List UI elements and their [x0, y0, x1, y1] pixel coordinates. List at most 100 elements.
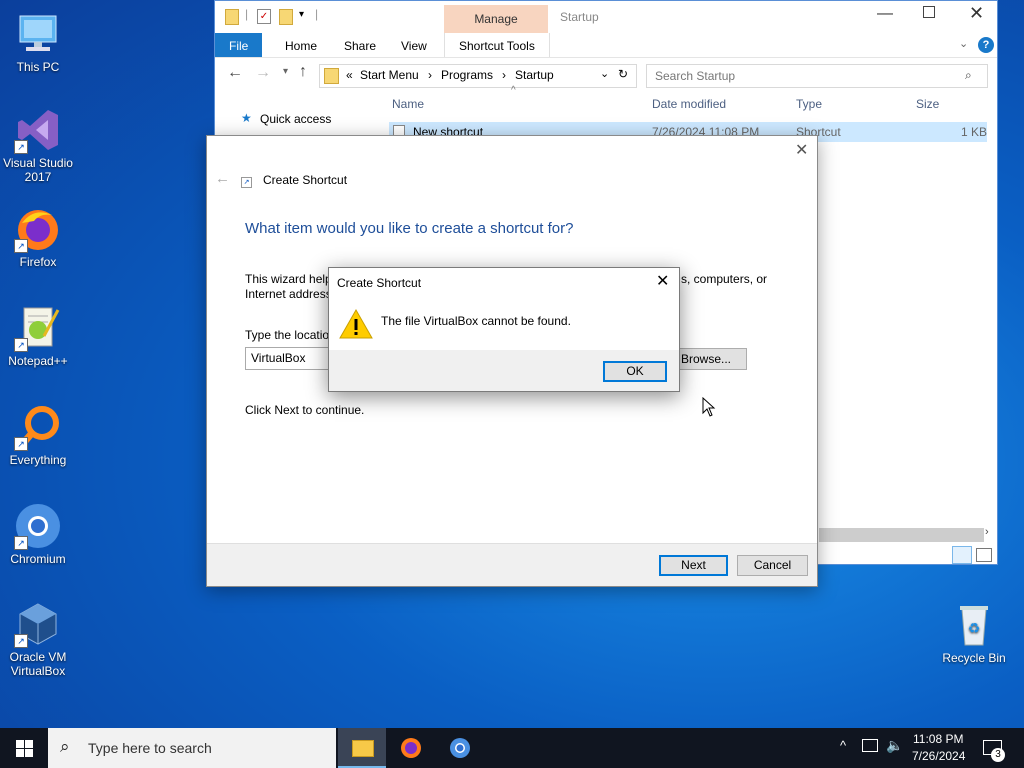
desktop-icon-firefox[interactable]: ↗ Firefox — [0, 205, 76, 269]
title-bar: | ✓ ▾ | Manage Startup — ✕ — [215, 1, 997, 33]
search-icon: ⌕ — [60, 737, 70, 756]
chevron-up-icon[interactable]: ^ — [840, 738, 846, 753]
search-icon: ⌕ — [965, 68, 972, 82]
tab-shortcut-tools[interactable]: Shortcut Tools — [444, 33, 550, 57]
close-button[interactable]: ✕ — [656, 271, 669, 291]
up-arrow-icon[interactable]: ↑ — [299, 63, 307, 81]
details-view-icon[interactable] — [952, 546, 972, 564]
manage-tab[interactable]: Manage — [444, 5, 548, 33]
error-dialog: Create Shortcut ✕ The file VirtualBox ca… — [328, 267, 680, 392]
ok-button[interactable]: OK — [603, 361, 667, 382]
tab-view[interactable]: View — [387, 33, 441, 57]
volume-muted-icon[interactable]: 🔈 — [886, 737, 903, 754]
maximize-button[interactable] — [923, 6, 935, 18]
back-arrow-icon[interactable]: ← — [227, 64, 243, 82]
breadcrumb-programs[interactable]: Programs — [441, 68, 493, 82]
refresh-icon[interactable]: ↻ — [618, 67, 628, 81]
window-title: Startup — [560, 10, 599, 24]
network-icon[interactable] — [862, 739, 878, 752]
browse-button[interactable]: Browse... — [677, 348, 747, 370]
back-arrow-icon[interactable]: ← — [215, 170, 230, 187]
dialog-title: Create Shortcut — [337, 276, 422, 290]
minimize-button[interactable]: — — [877, 5, 893, 23]
desktop-icon-visual-studio[interactable]: ↗ Visual Studio 2017 — [0, 106, 76, 184]
next-button[interactable]: Next — [659, 555, 728, 576]
large-icons-view-icon[interactable] — [976, 548, 992, 562]
folder-icon — [324, 68, 339, 84]
column-header-date-modified[interactable]: Date modified — [652, 97, 726, 111]
wizard-footer: Next Cancel — [207, 543, 817, 586]
mouse-cursor-icon — [702, 397, 716, 417]
taskbar-chromium[interactable] — [436, 728, 484, 768]
computer-icon — [14, 10, 62, 58]
wizard-heading: What item would you like to create a sho… — [245, 220, 574, 237]
scroll-right-icon[interactable]: › — [985, 526, 989, 538]
tab-share[interactable]: Share — [330, 33, 390, 57]
desktop-icon-label: Chromium — [10, 552, 66, 566]
breadcrumb-startup[interactable]: Startup — [515, 68, 554, 82]
wizard-title: Create Shortcut — [263, 173, 348, 187]
windows-start-icon[interactable] — [16, 740, 33, 757]
desktop-icon-label: This PC — [16, 60, 60, 74]
taskbar-firefox[interactable] — [387, 728, 435, 768]
desktop-icon-chromium[interactable]: ↗ Chromium — [0, 502, 76, 566]
file-explorer-icon — [352, 740, 374, 757]
firefox-icon — [401, 738, 421, 758]
close-button[interactable]: ✕ — [795, 140, 808, 160]
desktop-icon-label: Recycle Bin — [942, 651, 1006, 665]
chromium-icon: ↗ — [14, 502, 62, 550]
virtualbox-icon: ↗ — [14, 600, 62, 648]
breadcrumb-start-menu[interactable]: Start Menu — [360, 68, 419, 82]
error-message: The file VirtualBox cannot be found. — [381, 314, 571, 328]
breadcrumb-separator-icon: › — [502, 68, 506, 82]
folder-icon — [225, 9, 239, 25]
address-row: ← → ▾ ↑ « Start Menu › Programs › Startu… — [215, 58, 997, 92]
desktop-icon-everything[interactable]: ↗ Everything — [0, 403, 76, 467]
chevron-down-icon[interactable]: ⌄ — [959, 37, 968, 50]
horizontal-scrollbar[interactable] — [819, 528, 984, 542]
column-header-size[interactable]: Size — [916, 97, 939, 111]
breadcrumb-overflow[interactable]: « — [346, 68, 353, 82]
quick-access-toolbar-dropdown-icon[interactable]: ▾ — [299, 9, 304, 20]
new-folder-icon[interactable] — [279, 9, 293, 25]
help-icon[interactable]: ? — [978, 37, 994, 53]
file-size: 1 KB — [961, 125, 988, 139]
properties-icon[interactable]: ✓ — [257, 9, 271, 24]
chevron-down-icon[interactable]: ⌄ — [600, 67, 609, 80]
taskbar-search-box[interactable]: ⌕ Type here to search — [48, 728, 336, 768]
taskbar-file-explorer[interactable] — [338, 728, 386, 768]
clock-date[interactable]: 7/26/2024 — [912, 749, 965, 763]
recent-locations-icon[interactable]: ▾ — [283, 66, 288, 77]
tab-file[interactable]: File — [215, 33, 263, 57]
tab-home[interactable]: Home — [271, 33, 331, 57]
clock-time[interactable]: 11:08 PM — [913, 732, 963, 746]
svg-text:♻: ♻ — [968, 620, 981, 636]
desktop-icon-virtualbox[interactable]: ↗ Oracle VM VirtualBox — [0, 600, 76, 678]
desktop-icon-this-pc[interactable]: This PC — [0, 10, 76, 74]
address-bar[interactable]: « Start Menu › Programs › Startup ⌄ ↻ — [319, 64, 637, 88]
cancel-button[interactable]: Cancel — [737, 555, 808, 576]
shortcut-arrow-icon: ↗ — [14, 338, 28, 352]
desktop-icon-label: Visual Studio 2017 — [3, 156, 73, 184]
everything-search-icon: ↗ — [14, 403, 62, 451]
location-input[interactable]: VirtualBox — [245, 347, 335, 370]
taskbar-search-placeholder: Type here to search — [88, 740, 212, 756]
desktop-icon-recycle-bin[interactable]: ♻ Recycle Bin — [936, 601, 1012, 665]
desktop-icon-notepad-plus-plus[interactable]: ↗ Notepad++ — [0, 304, 76, 368]
forward-arrow-icon[interactable]: → — [255, 64, 271, 82]
close-button[interactable]: ✕ — [969, 3, 984, 24]
nav-quick-access[interactable]: Quick access — [260, 112, 331, 126]
desktop-icon-label: Firefox — [19, 255, 57, 269]
search-input[interactable]: Search Startup — [646, 64, 988, 88]
dialog-footer: OK — [329, 350, 679, 391]
chromium-icon — [450, 738, 470, 758]
taskbar: ⌕ Type here to search ^ 🔈 11:08 PM 7/26/… — [0, 728, 1024, 768]
notepad-plus-plus-icon: ↗ — [14, 304, 62, 352]
continue-text: Click Next to continue. — [245, 403, 365, 417]
desktop-icon-label: Everything — [9, 453, 67, 467]
column-header-type[interactable]: Type — [796, 97, 822, 111]
shortcut-arrow-icon: ↗ — [14, 634, 28, 648]
visual-studio-icon: ↗ — [14, 106, 62, 154]
column-header-name[interactable]: Name — [392, 97, 424, 111]
recycle-bin-icon: ♻ — [950, 601, 998, 649]
